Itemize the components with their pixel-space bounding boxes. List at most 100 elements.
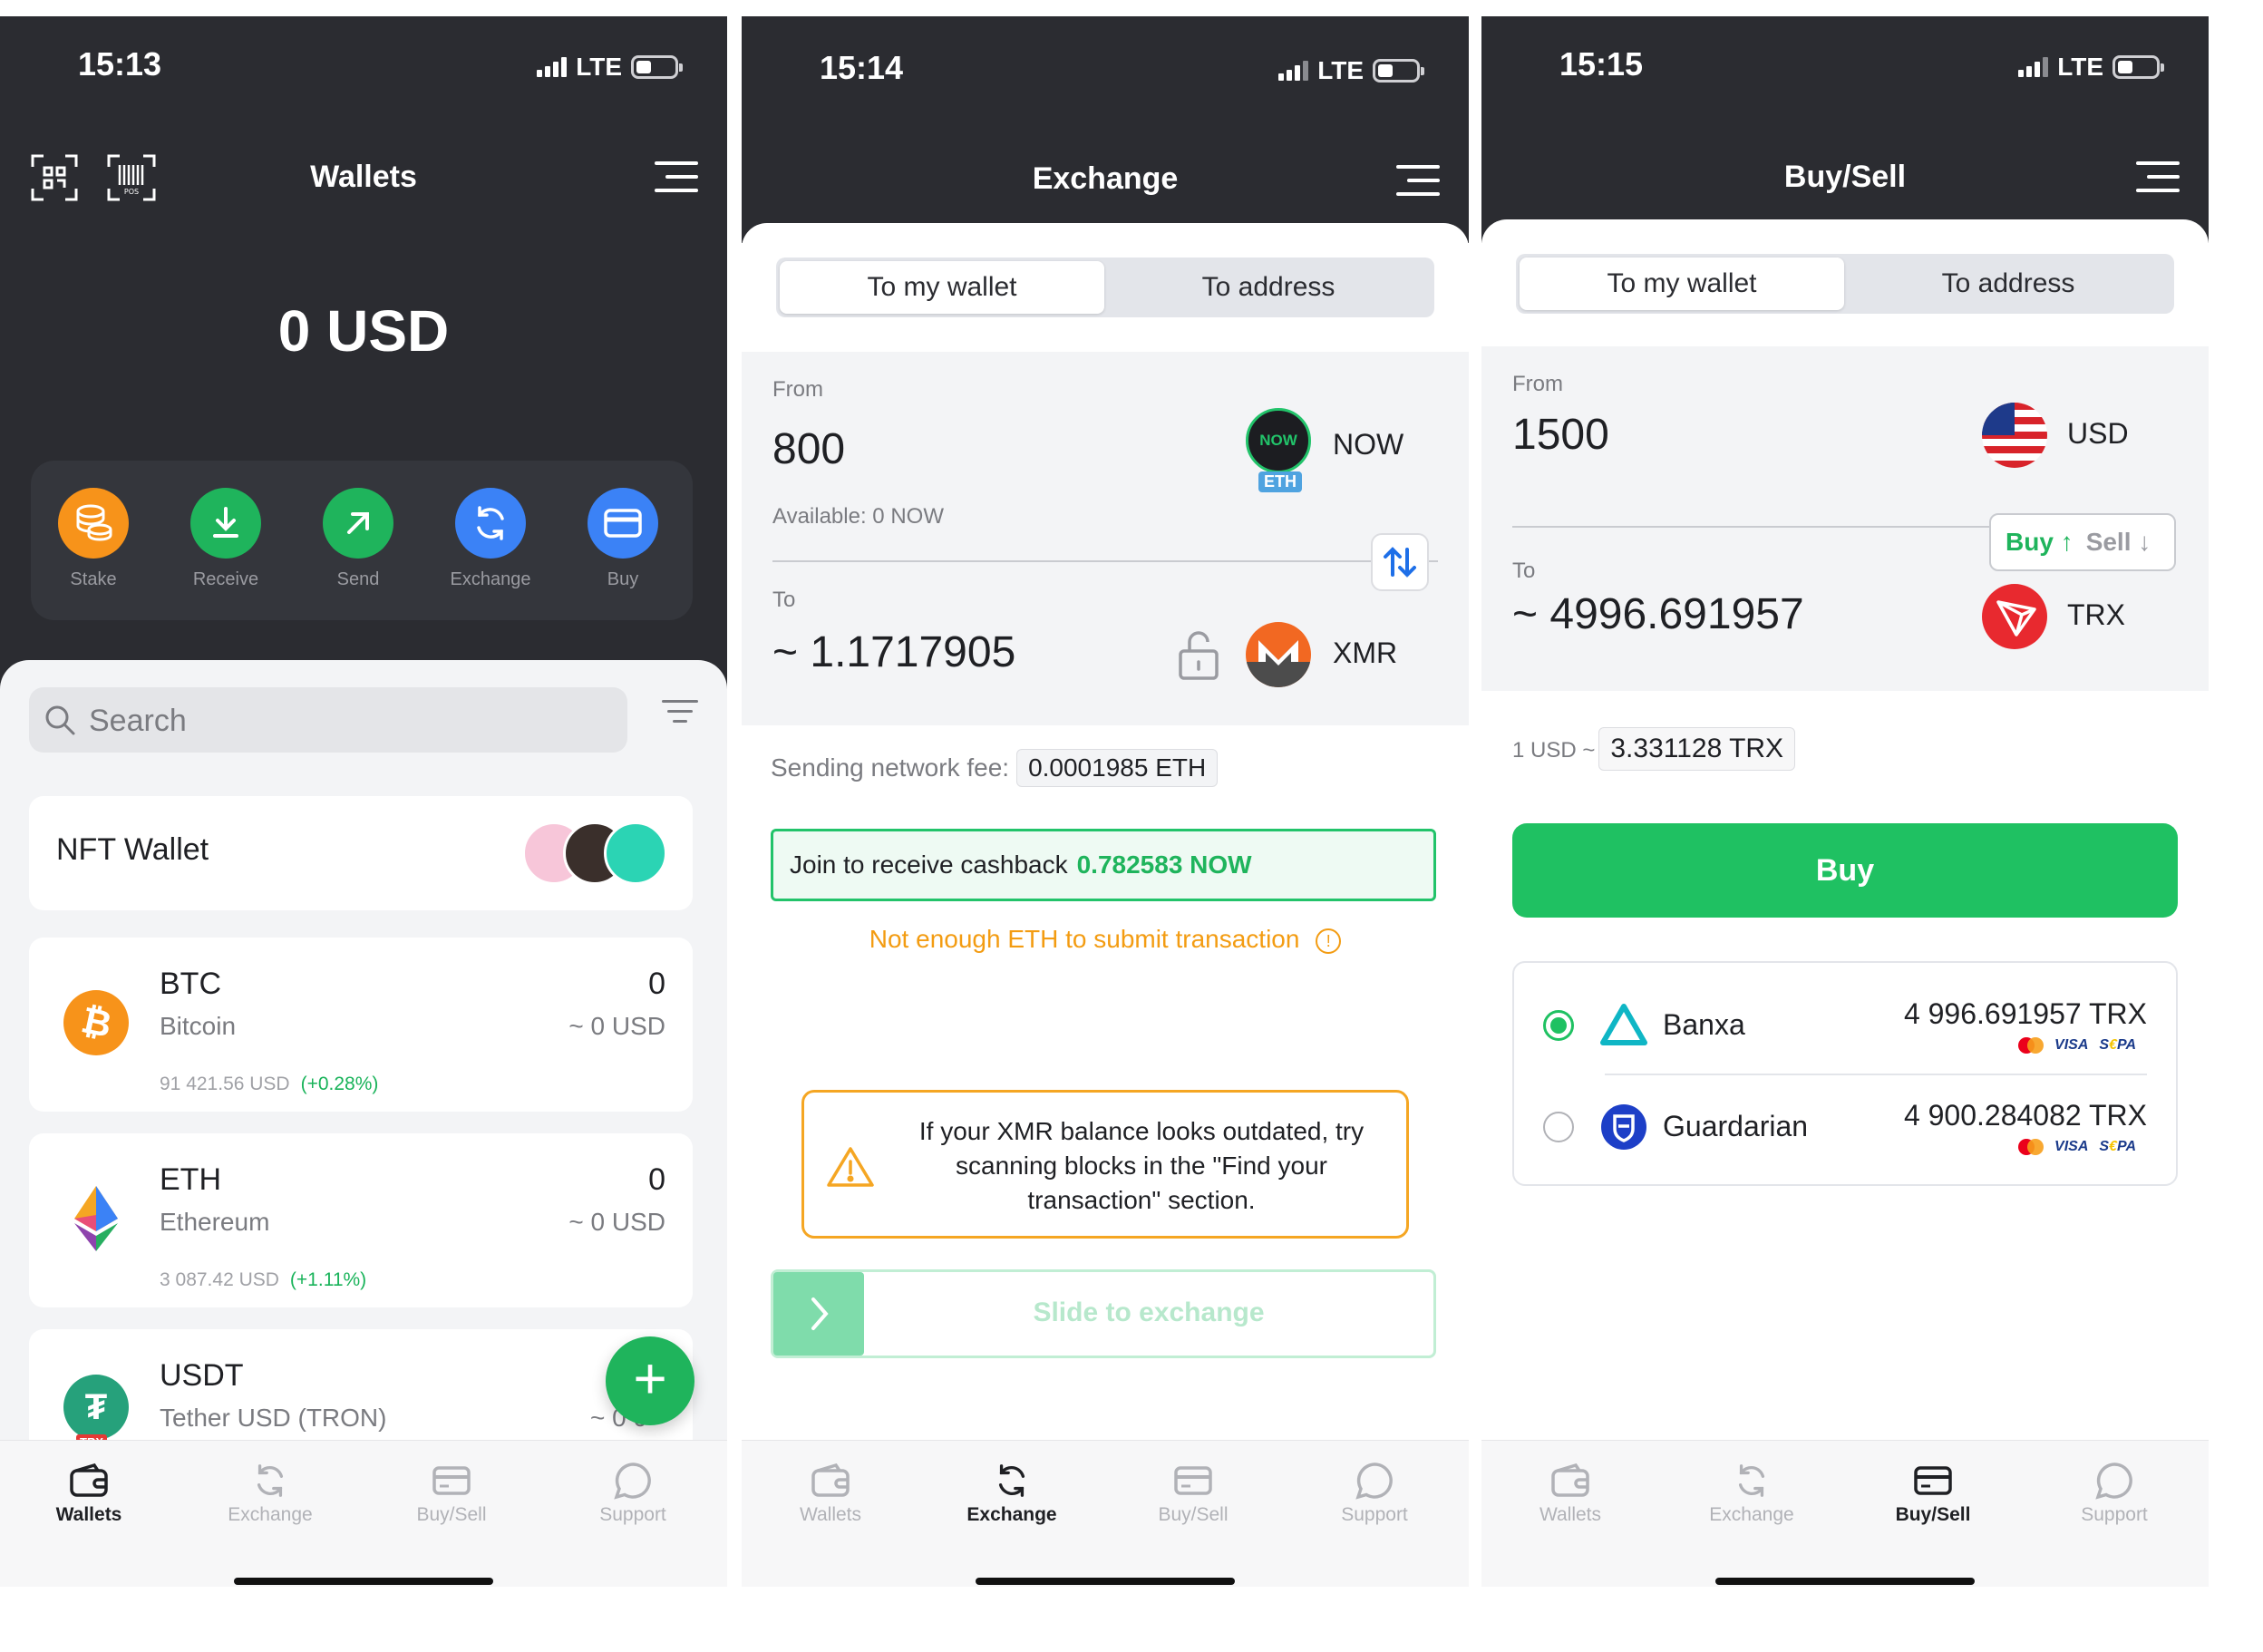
provider-guardarian[interactable]: Guardarian 4 900.284082 TRX VISA S€PA: [1514, 1075, 2176, 1175]
tab-to-address[interactable]: To address: [1106, 261, 1431, 314]
banxa-logo-icon: [1600, 1004, 1647, 1045]
swap-button[interactable]: [1371, 533, 1429, 591]
cashback-banner[interactable]: Join to receive cashback 0.782583 NOW: [771, 829, 1436, 901]
slider-handle[interactable]: [773, 1272, 864, 1356]
tab-buy-sell[interactable]: Buy/Sell: [379, 1457, 524, 1526]
sell-toggle[interactable]: Sell ↓: [2086, 528, 2151, 556]
chat-bubble-icon: [2042, 1457, 2187, 1504]
network-label: LTE: [576, 53, 622, 81]
coin-usd-value: ~ 0 USD: [568, 1012, 665, 1040]
coin-name: Ethereum: [160, 1208, 270, 1236]
swap-arrows-icon: [1384, 547, 1416, 578]
receive-button[interactable]: Receive: [176, 488, 276, 590]
tab-to-my-wallet[interactable]: To my wallet: [1520, 258, 1844, 310]
search-icon: [45, 705, 75, 735]
exchange-screen: 15:14 LTE Exchange To my wallet To addre…: [742, 16, 1469, 1587]
tab-bar: Wallets Exchange Buy/Sell Support: [1481, 1440, 2209, 1587]
divider: [1512, 526, 2020, 528]
refresh-icon: [939, 1457, 1084, 1504]
from-currency[interactable]: NOW: [1333, 428, 1403, 462]
tab-support[interactable]: Support: [560, 1457, 705, 1526]
chat-bubble-icon: [560, 1457, 705, 1504]
tab-wallets[interactable]: Wallets: [758, 1457, 903, 1526]
exchange-label: Exchange: [450, 569, 531, 589]
coin-name: Tether USD (TRON): [160, 1404, 387, 1432]
page-title: Buy/Sell: [1783, 160, 1907, 194]
menu-icon[interactable]: [2136, 161, 2180, 192]
info-icon[interactable]: !: [1316, 928, 1342, 954]
nft-wallet-card[interactable]: NFT Wallet: [29, 796, 693, 910]
network-fee: Sending network fee: 0.0001985 ETH: [771, 749, 1219, 787]
coin-symbol: BTC: [160, 967, 221, 1001]
us-flag-icon[interactable]: [1982, 403, 2047, 468]
radio-selected[interactable]: [1543, 1010, 1574, 1041]
from-label: From: [1512, 372, 1563, 396]
card-icon: [1860, 1457, 2006, 1504]
to-currency[interactable]: TRX: [2067, 598, 2125, 632]
mastercard-icon: [2018, 1037, 2044, 1054]
provider-banxa[interactable]: Banxa 4 996.691957 TRX VISA S€PA: [1514, 974, 2176, 1074]
tab-support[interactable]: Support: [2042, 1457, 2187, 1526]
search-input[interactable]: Search: [29, 687, 627, 753]
provider-name: Guardarian: [1663, 1110, 1809, 1142]
menu-icon[interactable]: [1396, 165, 1440, 196]
signal-icon: [1278, 61, 1309, 81]
tab-support[interactable]: Support: [1302, 1457, 1447, 1526]
home-indicator: [1715, 1578, 1975, 1585]
payment-methods: VISA S€PA: [2018, 1139, 2136, 1155]
buy-button[interactable]: Buy: [1512, 823, 2178, 918]
unlock-icon[interactable]: [1175, 629, 1222, 682]
tab-to-my-wallet[interactable]: To my wallet: [780, 261, 1104, 314]
from-label: From: [772, 377, 823, 402]
coin-row-btc[interactable]: ₿ BTC Bitcoin 0 ~ 0 USD 91 421.56 USD (+0…: [29, 938, 693, 1112]
bitcoin-icon: ₿: [63, 990, 129, 1055]
tab-to-address[interactable]: To address: [1846, 258, 2171, 310]
buy-toggle[interactable]: Buy ↑: [2006, 528, 2074, 556]
stake-button[interactable]: Stake: [44, 488, 143, 590]
exchange-button[interactable]: Exchange: [441, 488, 540, 590]
refresh-icon: [198, 1457, 343, 1504]
card-icon: [379, 1457, 524, 1504]
coin-row-eth[interactable]: ETH Ethereum 0 ~ 0 USD 3 087.42 USD (+1.1…: [29, 1133, 693, 1307]
chevron-right-icon: [811, 1297, 829, 1330]
from-currency[interactable]: USD: [2067, 417, 2129, 451]
menu-icon[interactable]: [655, 161, 698, 192]
insufficient-eth-warning: Not enough ETH to submit transaction !: [742, 925, 1469, 954]
coin-symbol: ETH: [160, 1162, 221, 1197]
provider-name: Banxa: [1663, 1008, 1745, 1041]
receive-label: Receive: [192, 569, 259, 589]
battery-icon: [631, 55, 683, 79]
send-button[interactable]: Send: [308, 488, 408, 590]
status-time: 15:14: [820, 49, 904, 86]
radio-unselected[interactable]: [1543, 1112, 1574, 1142]
tab-exchange[interactable]: Exchange: [1679, 1457, 1824, 1526]
tab-exchange[interactable]: Exchange: [198, 1457, 343, 1526]
divider: [772, 560, 1438, 562]
now-token-icon[interactable]: NOW: [1246, 408, 1311, 473]
buy-button[interactable]: Buy: [573, 488, 673, 590]
tab-wallets[interactable]: Wallets: [16, 1457, 161, 1526]
sepa-icon: S€PA: [2099, 1139, 2136, 1154]
from-amount-input[interactable]: 800: [772, 424, 845, 474]
tab-wallets[interactable]: Wallets: [1498, 1457, 1643, 1526]
slide-to-exchange[interactable]: Slide to exchange: [771, 1269, 1436, 1358]
sepa-icon: S€PA: [2099, 1037, 2136, 1053]
quick-actions: Stake Receive Send Exchange Buy: [31, 461, 693, 620]
filter-icon[interactable]: [662, 700, 698, 733]
tab-buy-sell[interactable]: Buy/Sell: [1121, 1457, 1266, 1526]
tab-exchange[interactable]: Exchange: [939, 1457, 1084, 1526]
tron-icon[interactable]: [1982, 584, 2047, 649]
to-amount: ~ 1.1717905: [772, 628, 1016, 676]
status-bar: 15:14 LTE: [742, 16, 1469, 116]
buy-sell-toggle[interactable]: Buy ↑ Sell ↓: [1989, 513, 2176, 571]
battery-icon: [2112, 55, 2164, 79]
from-amount-input[interactable]: 1500: [1512, 410, 1609, 460]
add-wallet-button[interactable]: +: [606, 1336, 694, 1425]
visa-icon: VISA: [2054, 1037, 2089, 1053]
tab-buy-sell[interactable]: Buy/Sell: [1860, 1457, 2006, 1526]
visa-icon: VISA: [2054, 1139, 2089, 1154]
to-currency[interactable]: XMR: [1333, 637, 1397, 670]
ethereum-icon: [63, 1186, 129, 1251]
mastercard-icon: [2018, 1139, 2044, 1155]
monero-icon[interactable]: [1246, 622, 1311, 687]
